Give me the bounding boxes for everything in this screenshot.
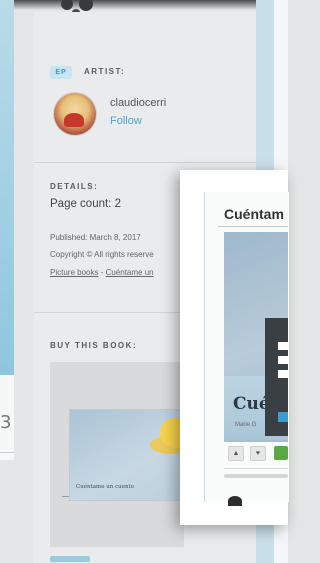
left-divider (0, 452, 14, 453)
artist-name[interactable]: claudiocerri (110, 97, 166, 109)
copyright-text: Copyright © All rights reserve (50, 250, 154, 259)
like-button[interactable]: ♥ (250, 446, 266, 461)
popup-comment-line (224, 474, 288, 478)
page-count: Page count: 2 (50, 198, 121, 210)
book-cover[interactable]: Cuéntame un cuento (70, 410, 182, 500)
follow-link[interactable]: Follow (110, 115, 142, 127)
left-blue-strip (0, 0, 14, 375)
popup-title-underline (218, 226, 288, 227)
category-links: Picture books - Cuéntame un (50, 268, 154, 277)
cover-title: Cuéntame un cuento (76, 484, 135, 490)
popup-avatar (228, 496, 242, 506)
popup-green-button[interactable] (274, 446, 288, 460)
published-date: Published: March 8, 2017 (50, 233, 141, 242)
dialog-field[interactable] (278, 342, 288, 350)
left-counter: 3 (0, 412, 12, 433)
buy-heading: BUY THIS BOOK: (50, 341, 138, 350)
popup-author: Marie G (235, 422, 257, 428)
dialog-submit-button[interactable] (278, 412, 288, 422)
details-heading: DETAILS: (50, 182, 99, 191)
artist-avatar[interactable] (54, 93, 96, 135)
link-separator: - (98, 268, 106, 277)
dialog-field[interactable] (278, 370, 288, 378)
popup-title: Cuéntam (224, 206, 284, 222)
section-divider (34, 162, 256, 163)
book-link[interactable]: Cuéntame un (106, 268, 154, 277)
cover-sun (160, 418, 182, 448)
upvote-button[interactable]: ▲ (228, 446, 244, 461)
dialog-field[interactable] (278, 356, 288, 364)
artist-heading: ARTIST: (84, 67, 126, 76)
popup-divider (224, 468, 288, 469)
avatar-figure (64, 113, 84, 127)
buy-link[interactable] (50, 556, 90, 562)
category-link[interactable]: Picture books (50, 268, 98, 277)
ep-badge: EP (50, 66, 72, 79)
